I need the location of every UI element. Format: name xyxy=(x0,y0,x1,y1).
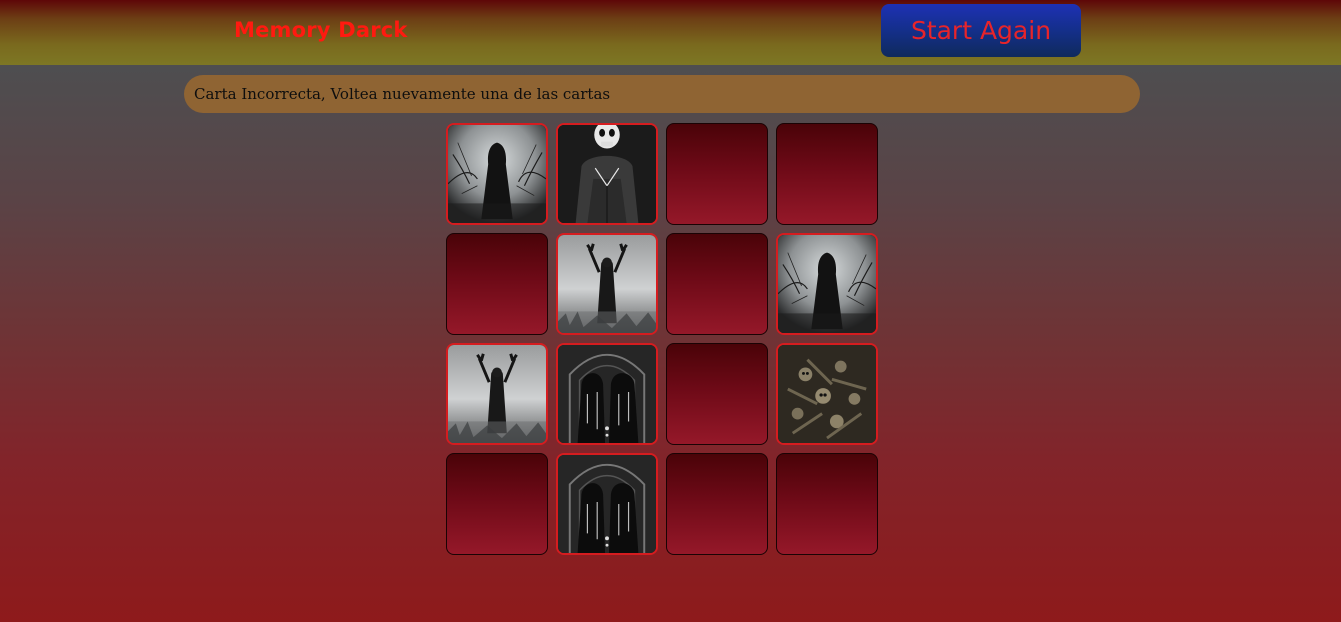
card-face-down[interactable] xyxy=(666,233,768,335)
card-face-up-arms-raised-fog[interactable] xyxy=(556,233,658,335)
hooded-figure-forest-image xyxy=(778,235,876,333)
reapers-gate-image xyxy=(558,345,656,443)
card-face-down[interactable] xyxy=(446,233,548,335)
card-face-down[interactable] xyxy=(666,343,768,445)
card-face-down[interactable] xyxy=(776,453,878,555)
hooded-figure-forest-image xyxy=(448,125,546,223)
card-face-up-skull-hoodie[interactable] xyxy=(556,123,658,225)
card-face-up-hooded-figure-forest[interactable] xyxy=(776,233,878,335)
skeleton-pile-image xyxy=(778,345,876,443)
game-title: Memory Darck xyxy=(234,18,408,42)
card-face-down[interactable] xyxy=(446,453,548,555)
card-face-up-reapers-gate[interactable] xyxy=(556,453,658,555)
card-face-down[interactable] xyxy=(666,453,768,555)
reapers-gate-image xyxy=(558,455,656,553)
card-face-down[interactable] xyxy=(666,123,768,225)
card-face-up-skeleton-pile[interactable] xyxy=(776,343,878,445)
card-face-up-arms-raised-fog[interactable] xyxy=(446,343,548,445)
status-message: Carta Incorrecta, Voltea nuevamente una … xyxy=(184,75,1140,113)
card-face-down[interactable] xyxy=(776,123,878,225)
skull-hoodie-image xyxy=(558,125,656,223)
card-face-up-reapers-gate[interactable] xyxy=(556,343,658,445)
top-bar: Memory Darck Start Again xyxy=(0,0,1341,65)
start-again-button[interactable]: Start Again xyxy=(881,4,1081,57)
card-face-up-hooded-figure-forest[interactable] xyxy=(446,123,548,225)
arms-raised-fog-image xyxy=(448,345,546,443)
arms-raised-fog-image xyxy=(558,235,656,333)
card-grid xyxy=(446,123,878,555)
